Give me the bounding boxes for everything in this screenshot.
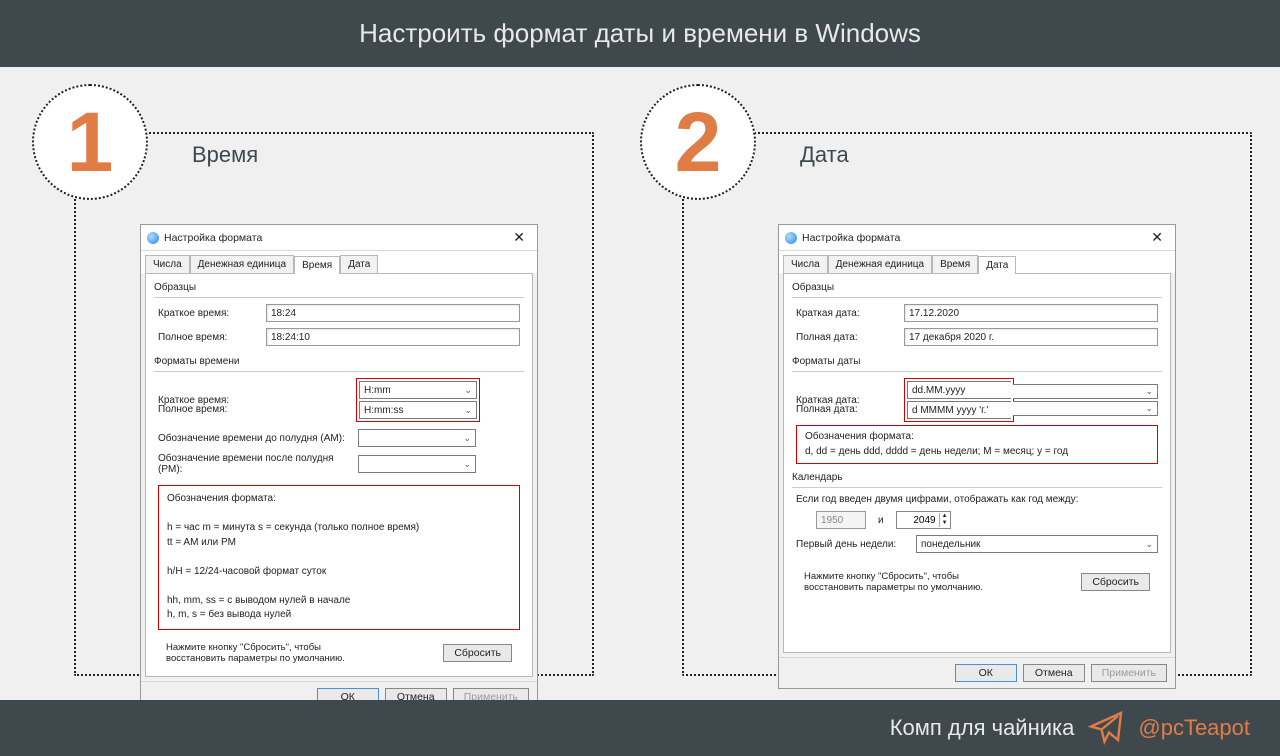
step-1-number: 1: [67, 100, 114, 184]
spin-down-icon[interactable]: ▼: [939, 520, 950, 527]
chevron-down-icon: ⌄: [464, 385, 472, 396]
dialog-titlebar[interactable]: Настройка формата ✕: [779, 225, 1175, 251]
short-time-format-combo[interactable]: H:mm⌄: [359, 381, 477, 399]
long-date-sample: 17 декабря 2020 г.: [904, 328, 1158, 346]
step-1-badge: 1: [32, 84, 148, 200]
chevron-down-icon: ⌄: [463, 433, 471, 444]
year-to-spinner[interactable]: ▲▼: [896, 511, 951, 529]
dialog-titlebar[interactable]: Настройка формата ✕: [141, 225, 537, 251]
legend-line: h/H = 12/24-часовой формат суток: [167, 565, 511, 580]
tab-time[interactable]: Время: [932, 255, 978, 273]
tab-pane-time: Образцы Краткое время: 18:24 Полное врем…: [145, 273, 533, 677]
year-from: 1950: [816, 511, 866, 529]
cancel-button[interactable]: Отмена: [1023, 664, 1085, 682]
short-time-label: Краткое время:: [158, 308, 266, 319]
close-icon[interactable]: ✕: [1145, 229, 1169, 246]
short-date-label: Краткая дата:: [796, 308, 904, 319]
long-time-sample: 18:24:10: [266, 328, 520, 346]
close-icon[interactable]: ✕: [507, 229, 531, 246]
footer-handle[interactable]: @pcTeapot: [1138, 715, 1250, 741]
highlighted-short-time-format: H:mm⌄ H:mm:ss⌄: [356, 378, 480, 422]
format-legend: Обозначения формата: d, dd = день ddd, d…: [796, 425, 1158, 464]
legend-line: h = час m = минута s = секунда (только п…: [167, 521, 511, 536]
fmt-long-label: Полное время:: [158, 404, 266, 415]
legend-line: hh, mm, ss = с выводом нулей в начале: [167, 594, 511, 609]
and-label: и: [878, 515, 884, 526]
long-date-label: Полная дата:: [796, 332, 904, 343]
short-date-format-combo[interactable]: dd.MM.yyyy: [907, 381, 1011, 399]
tab-bar: Числа Денежная единица Время Дата: [141, 251, 537, 273]
footer: Комп для чайника @pcTeapot: [0, 700, 1280, 756]
pm-label: Обозначение времени после полудня (PM):: [158, 453, 358, 475]
long-date-format-combo[interactable]: d MMMM yyyy 'г.': [907, 401, 1011, 419]
dialog-time: Настройка формата ✕ Числа Денежная едини…: [140, 224, 538, 713]
legend-line: tt = AM или PM: [167, 536, 511, 551]
spin-up-icon[interactable]: ▲: [939, 513, 950, 520]
step-2-title: Дата: [800, 142, 849, 168]
chevron-down-icon: ⌄: [1145, 539, 1153, 550]
am-combo[interactable]: ⌄: [358, 429, 476, 447]
firstday-label: Первый день недели:: [796, 539, 916, 550]
samples-title: Образцы: [154, 282, 524, 293]
tab-bar: Числа Денежная единица Время Дата: [779, 251, 1175, 273]
page-title: Настроить формат даты и времени в Window…: [0, 0, 1280, 67]
telegram-icon: [1088, 710, 1124, 746]
tab-currency[interactable]: Денежная единица: [828, 255, 932, 273]
format-legend: Обозначения формата: h = час m = минута …: [158, 485, 520, 630]
reset-button[interactable]: Сбросить: [1081, 573, 1150, 591]
ok-button[interactable]: ОК: [955, 664, 1017, 682]
globe-icon: [147, 232, 159, 244]
year-to-input[interactable]: [897, 515, 939, 526]
legend-line: d, dd = день ddd, dddd = день недели; M …: [805, 445, 1149, 460]
globe-icon: [785, 232, 797, 244]
step-1-title: Время: [192, 142, 258, 168]
tab-pane-date: Образцы Краткая дата: 17.12.2020 Полная …: [783, 273, 1171, 653]
reset-hint: Нажмите кнопку "Сбросить", чтобы восстан…: [166, 642, 366, 664]
legend-title: Обозначения формата:: [167, 492, 511, 507]
short-date-sample: 17.12.2020: [904, 304, 1158, 322]
am-label: Обозначение времени до полудня (AM):: [158, 433, 358, 444]
legend-title: Обозначения формата:: [805, 430, 1149, 445]
step-1: 1 Время Настройка формата ✕ Числа Денежн…: [32, 82, 592, 678]
chevron-down-icon: ⌄: [1145, 403, 1153, 414]
calendar-hint: Если год введен двумя цифрами, отображат…: [796, 494, 1158, 505]
tab-time[interactable]: Время: [294, 256, 340, 274]
tab-numbers[interactable]: Числа: [783, 255, 828, 273]
firstday-combo[interactable]: понедельник⌄: [916, 535, 1158, 553]
chevron-down-icon: ⌄: [463, 459, 471, 470]
footer-text: Комп для чайника: [890, 715, 1075, 741]
tab-date[interactable]: Дата: [978, 256, 1016, 274]
samples-title: Образцы: [792, 282, 1162, 293]
tab-currency[interactable]: Денежная единица: [190, 255, 294, 273]
step-2: 2 Дата Настройка формата ✕ Числа Денежна…: [640, 82, 1250, 678]
fmt-long-label: Полная дата:: [796, 404, 904, 415]
legend-line: h, m, s = без вывода нулей: [167, 608, 511, 623]
reset-button[interactable]: Сбросить: [443, 644, 512, 662]
reset-hint: Нажмите кнопку "Сбросить", чтобы восстан…: [804, 571, 1004, 593]
calendar-title: Календарь: [792, 472, 1162, 483]
chevron-down-icon: ⌄: [1145, 386, 1153, 397]
formats-title: Форматы времени: [154, 356, 524, 367]
formats-title: Форматы даты: [792, 356, 1162, 367]
dialog-title-text: Настройка формата: [164, 232, 262, 244]
tab-date[interactable]: Дата: [340, 255, 378, 273]
tab-numbers[interactable]: Числа: [145, 255, 190, 273]
dialog-title-text: Настройка формата: [802, 232, 900, 244]
chevron-down-icon: ⌄: [464, 405, 472, 416]
highlighted-date-formats: dd.MM.yyyy d MMMM yyyy 'г.': [904, 378, 1014, 422]
long-time-format-combo[interactable]: H:mm:ss⌄: [359, 401, 477, 419]
pm-combo[interactable]: ⌄: [358, 455, 476, 473]
long-time-label: Полное время:: [158, 332, 266, 343]
dialog-date: Настройка формата ✕ Числа Денежная едини…: [778, 224, 1176, 689]
short-time-sample: 18:24: [266, 304, 520, 322]
apply-button[interactable]: Применить: [1091, 664, 1167, 682]
step-2-badge: 2: [640, 84, 756, 200]
step-2-number: 2: [675, 100, 722, 184]
